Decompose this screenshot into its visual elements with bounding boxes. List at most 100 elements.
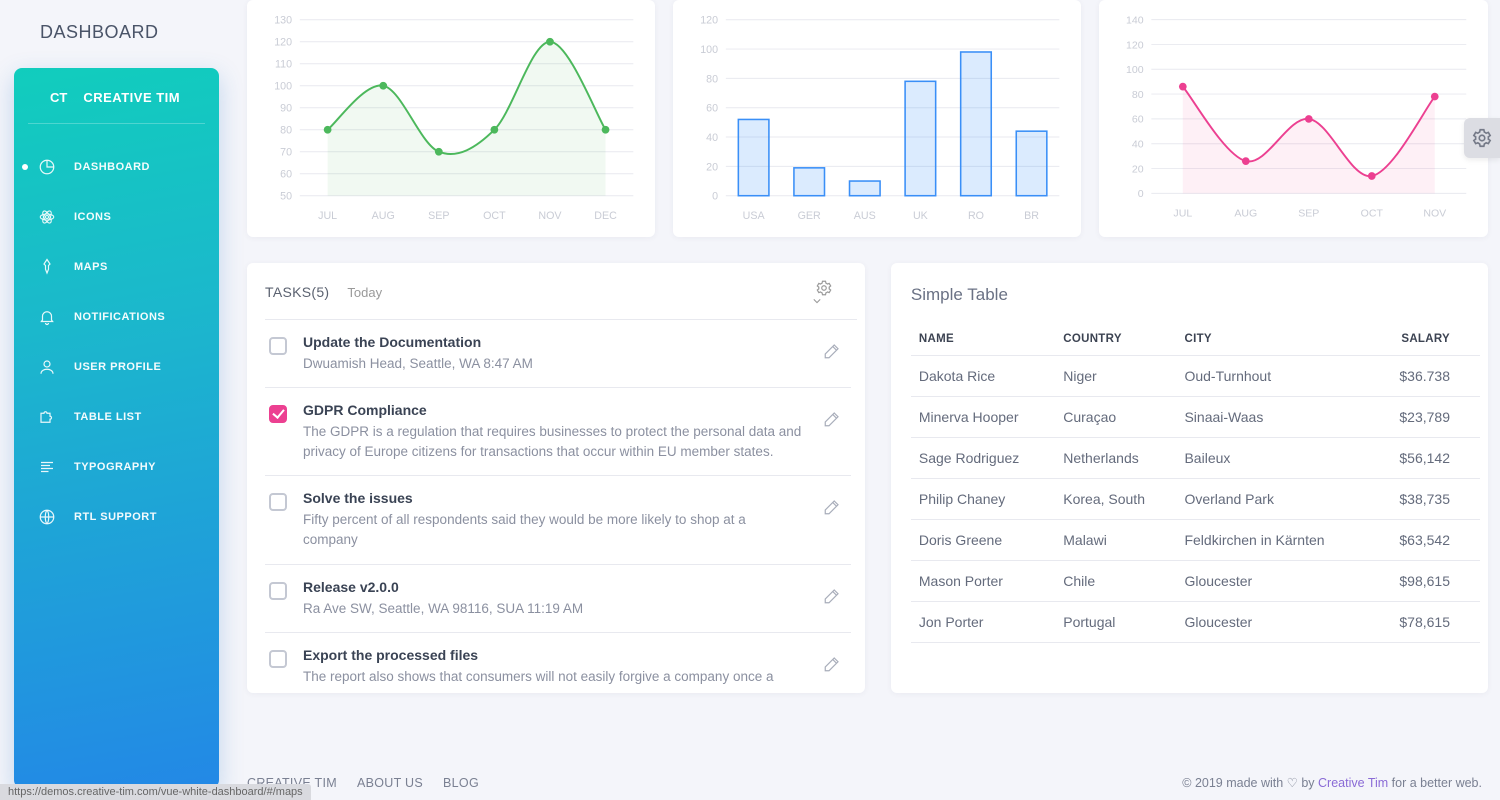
- copyright-link[interactable]: Creative Tim: [1318, 776, 1388, 790]
- task-subtitle: The GDPR is a regulation that requires b…: [303, 422, 803, 461]
- task-checkbox[interactable]: [269, 582, 287, 600]
- table-cell: Malawi: [1055, 519, 1176, 560]
- table-cell: $63,542: [1370, 519, 1480, 560]
- table-cell: Overland Park: [1176, 478, 1370, 519]
- table-cell: Portugal: [1055, 601, 1176, 642]
- svg-text:40: 40: [1132, 139, 1144, 151]
- svg-text:OCT: OCT: [483, 210, 506, 222]
- svg-text:100: 100: [274, 81, 292, 93]
- sidebar-item-rtl-support[interactable]: RTL SUPPORT: [14, 492, 219, 542]
- pencil-icon[interactable]: [819, 494, 845, 520]
- page-title: DASHBOARD: [40, 22, 159, 43]
- task-checkbox[interactable]: [269, 493, 287, 511]
- sidebar-item-typography[interactable]: TYPOGRAPHY: [14, 442, 219, 492]
- simple-table: NAMECOUNTRYCITYSALARY Dakota RiceNigerOu…: [911, 323, 1480, 643]
- table-header: COUNTRY: [1055, 323, 1176, 356]
- svg-text:BR: BR: [1024, 210, 1039, 222]
- svg-text:120: 120: [700, 15, 718, 27]
- table-cell: $38,735: [1370, 478, 1480, 519]
- svg-text:SEP: SEP: [428, 210, 449, 222]
- sidebar-item-table-list[interactable]: TABLE LIST: [14, 392, 219, 442]
- task-row: Release v2.0.0Ra Ave SW, Seattle, WA 981…: [265, 565, 851, 634]
- table-cell: Niger: [1055, 355, 1176, 396]
- pin-icon: [36, 256, 58, 278]
- svg-text:130: 130: [274, 15, 292, 27]
- svg-text:120: 120: [1126, 39, 1144, 51]
- svg-text:SEP: SEP: [1298, 207, 1319, 219]
- table-scroll[interactable]: NAMECOUNTRYCITYSALARY Dakota RiceNigerOu…: [911, 323, 1480, 685]
- svg-text:90: 90: [280, 103, 292, 115]
- svg-text:AUG: AUG: [372, 210, 395, 222]
- table-cell: Doris Greene: [911, 519, 1055, 560]
- svg-text:80: 80: [280, 125, 292, 137]
- table-row: Dakota RiceNigerOud-Turnhout$36.738: [911, 355, 1480, 396]
- sidebar-item-label: NOTIFICATIONS: [74, 311, 165, 323]
- chart-bar-1: 020406080100120USAGERAUSUKROBR: [673, 0, 1081, 237]
- sidebar-item-icons[interactable]: ICONS: [14, 192, 219, 242]
- sidebar-item-notifications[interactable]: NOTIFICATIONS: [14, 292, 219, 342]
- brand-short: CT: [50, 90, 67, 105]
- table-row: Sage RodriguezNetherlandsBaileux$56,142: [911, 437, 1480, 478]
- svg-text:40: 40: [706, 132, 718, 144]
- table-row: Minerva HooperCuraçaoSinaai-Waas$23,789: [911, 396, 1480, 437]
- table-cell: $23,789: [1370, 396, 1480, 437]
- task-checkbox[interactable]: [269, 337, 287, 355]
- svg-text:USA: USA: [743, 210, 766, 222]
- table-cell: Dakota Rice: [911, 355, 1055, 396]
- task-checkbox[interactable]: [269, 650, 287, 668]
- brand[interactable]: CT CREATIVE TIM: [28, 90, 205, 124]
- svg-text:AUG: AUG: [1235, 207, 1258, 219]
- svg-text:JUL: JUL: [1174, 207, 1193, 219]
- pencil-icon[interactable]: [819, 651, 845, 677]
- chart-line-2: 020406080100120140JULAUGSEPOCTNOV: [1099, 0, 1488, 237]
- sidebar-item-label: TYPOGRAPHY: [74, 461, 156, 473]
- sidebar-item-maps[interactable]: MAPS: [14, 242, 219, 292]
- pencil-icon[interactable]: [819, 406, 845, 432]
- task-checkbox[interactable]: [269, 405, 287, 423]
- table-cell: Sinaai-Waas: [1176, 396, 1370, 437]
- table-row: Mason PorterChileGloucester$98,615: [911, 560, 1480, 601]
- table-cell: Feldkirchen in Kärnten: [1176, 519, 1370, 560]
- task-row: Solve the issuesFifty percent of all res…: [265, 476, 851, 564]
- task-title: Solve the issues: [303, 490, 803, 506]
- sidebar-item-dashboard[interactable]: DASHBOARD: [14, 142, 219, 192]
- footer-link[interactable]: BLOG: [443, 776, 479, 790]
- svg-text:AUS: AUS: [854, 210, 876, 222]
- footer-link[interactable]: ABOUT US: [357, 776, 423, 790]
- sidebar-item-label: RTL SUPPORT: [74, 511, 157, 523]
- task-subtitle: The report also shows that consumers wil…: [303, 667, 803, 685]
- task-row: GDPR Compliance The GDPR is a regulation …: [265, 388, 851, 476]
- puzzle-icon: [36, 406, 58, 428]
- svg-text:DEC: DEC: [594, 210, 617, 222]
- pencil-icon[interactable]: [819, 583, 845, 609]
- user-icon: [36, 356, 58, 378]
- svg-text:70: 70: [280, 147, 292, 159]
- table-card: Simple Table NAMECOUNTRYCITYSALARY Dakot…: [891, 263, 1488, 693]
- svg-text:0: 0: [1138, 188, 1144, 200]
- task-title: GDPR Compliance: [303, 402, 803, 418]
- task-list[interactable]: Update the DocumentationDwuamish Head, S…: [265, 319, 857, 685]
- table-cell: Philip Chaney: [911, 478, 1055, 519]
- table-cell: $56,142: [1370, 437, 1480, 478]
- atom-icon: [36, 206, 58, 228]
- copyright-prefix: © 2019 made with ♡ by: [1182, 776, 1318, 790]
- table-cell: $98,615: [1370, 560, 1480, 601]
- bell-icon: [36, 306, 58, 328]
- svg-text:60: 60: [1132, 114, 1144, 126]
- svg-text:NOV: NOV: [538, 210, 562, 222]
- svg-text:80: 80: [1132, 89, 1144, 101]
- pencil-icon[interactable]: [819, 338, 845, 364]
- copyright-suffix: for a better web.: [1388, 776, 1482, 790]
- pie-icon: [36, 156, 58, 178]
- svg-text:RO: RO: [968, 210, 984, 222]
- svg-text:80: 80: [706, 73, 718, 85]
- svg-text:20: 20: [1132, 163, 1144, 175]
- sidebar-nav: DASHBOARDICONSMAPS NOTIFICATIONS USER PROF…: [14, 142, 219, 542]
- sidebar-item-user-profile[interactable]: USER PROFILE: [14, 342, 219, 392]
- table-cell: Baileux: [1176, 437, 1370, 478]
- settings-fab[interactable]: [1464, 118, 1500, 158]
- task-row: Update the DocumentationDwuamish Head, S…: [265, 320, 851, 389]
- tasks-settings-icon[interactable]: [815, 279, 833, 305]
- svg-text:120: 120: [274, 37, 292, 49]
- align-icon: [36, 456, 58, 478]
